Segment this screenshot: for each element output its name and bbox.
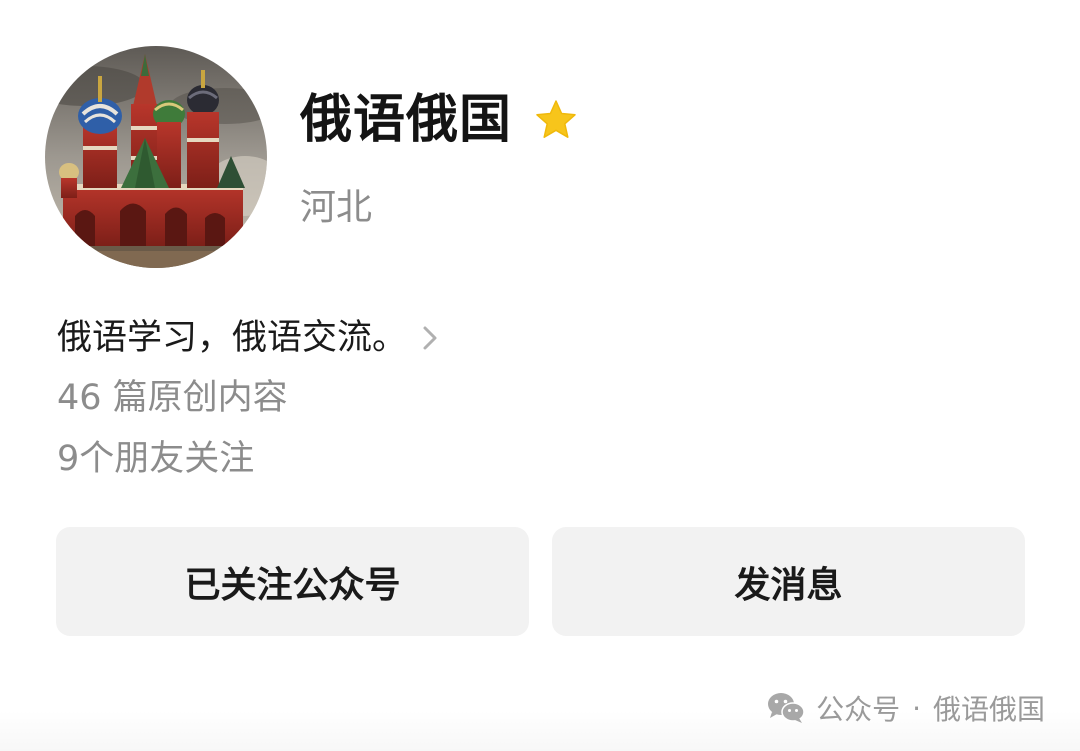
watermark-platform: 公众号 bbox=[816, 693, 901, 726]
friends-following-count[interactable]: 9个朋友关注 bbox=[57, 435, 254, 483]
watermark-account: 俄语俄国 bbox=[932, 693, 1045, 726]
cathedral-avatar-image bbox=[45, 46, 267, 268]
account-name: 俄语俄国 bbox=[300, 90, 513, 150]
watermark: 公众号 · 俄语俄国 bbox=[766, 686, 1045, 730]
intro-link[interactable]: 俄语学习，俄语交流。 bbox=[57, 314, 441, 362]
original-articles-count[interactable]: 46 篇原创内容 bbox=[57, 374, 288, 422]
watermark-separator: · bbox=[912, 691, 921, 725]
wechat-icon bbox=[766, 691, 806, 725]
star-icon[interactable] bbox=[534, 98, 578, 142]
avatar[interactable] bbox=[45, 46, 267, 268]
followed-account-button[interactable]: 已关注公众号 bbox=[56, 527, 529, 636]
account-region: 河北 bbox=[300, 187, 373, 228]
send-message-button[interactable]: 发消息 bbox=[552, 527, 1025, 636]
chevron-right-icon bbox=[419, 322, 441, 354]
account-header: 俄语俄国 bbox=[300, 84, 578, 156]
account-intro: 俄语学习，俄语交流。 bbox=[57, 318, 408, 358]
